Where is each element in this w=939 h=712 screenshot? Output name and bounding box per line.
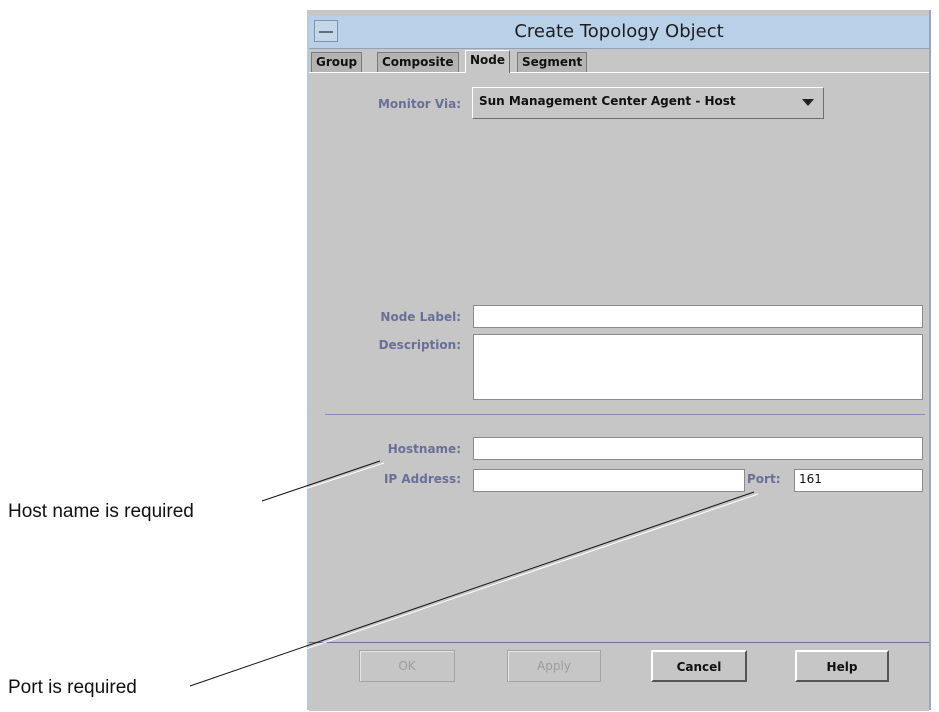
- port-required-note: Port is required: [8, 677, 137, 698]
- node-label-label: Node Label:: [380, 310, 461, 324]
- apply-button[interactable]: Apply: [507, 650, 601, 682]
- tab-divider: [309, 72, 929, 73]
- tab-segment[interactable]: Segment: [517, 52, 588, 72]
- monitor-via-value: Sun Management Center Agent - Host: [479, 94, 736, 108]
- hostname-field[interactable]: [473, 437, 923, 460]
- port-field[interactable]: 161: [794, 469, 923, 492]
- chevron-down-icon: [802, 99, 814, 106]
- tab-composite[interactable]: Composite: [377, 52, 459, 72]
- hostname-label: Hostname:: [387, 442, 461, 456]
- monitor-via-label: Monitor Via:: [377, 97, 461, 111]
- cancel-button[interactable]: Cancel: [651, 650, 747, 682]
- create-topology-object-dialog: Create Topology Object Group Composite N…: [307, 10, 931, 711]
- description-label: Description:: [378, 338, 461, 352]
- title-bar[interactable]: Create Topology Object: [309, 16, 929, 49]
- ip-address-field[interactable]: [473, 469, 745, 492]
- description-field[interactable]: [473, 334, 923, 400]
- monitor-via-select[interactable]: Sun Management Center Agent - Host: [472, 87, 824, 119]
- ok-button[interactable]: OK: [359, 650, 455, 682]
- hostname-required-note: Host name is required: [8, 501, 194, 522]
- node-label-field[interactable]: [473, 305, 923, 328]
- tab-group[interactable]: Group: [311, 52, 363, 72]
- window-title: Create Topology Object: [514, 21, 724, 42]
- tab-node[interactable]: Node: [465, 50, 511, 73]
- port-label: Port:: [747, 472, 781, 486]
- ip-address-label: IP Address:: [383, 472, 461, 486]
- help-button[interactable]: Help: [795, 650, 889, 682]
- section-separator: [325, 414, 925, 415]
